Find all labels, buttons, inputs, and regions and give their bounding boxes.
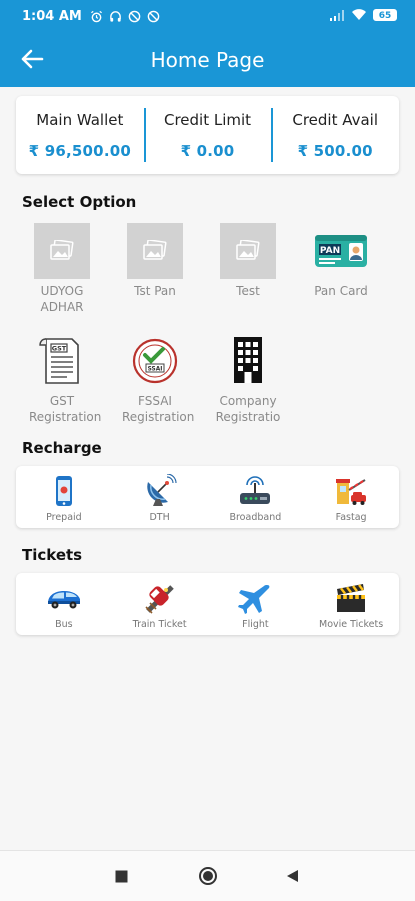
status-bar: 1:04 AM 65 [0, 0, 415, 33]
ticket-bus[interactable]: Bus [16, 573, 112, 635]
status-notification-icons [90, 10, 160, 23]
ticket-train[interactable]: Train Ticket [112, 573, 208, 635]
tickets-card: Bus Train Ticket Flight Movie Tickets [16, 573, 399, 635]
recharge-fastag[interactable]: Fastag [303, 466, 399, 528]
ticket-flight[interactable]: Flight [208, 573, 304, 635]
fssai-badge-text: SSAI [148, 367, 163, 373]
select-option-heading: Select Option [22, 193, 137, 211]
ticket-label: Train Ticket [132, 619, 187, 630]
option-label: UDYOG ADHAR [40, 284, 84, 314]
building-icon [220, 333, 276, 389]
recharge-label: Broadband [229, 512, 282, 523]
battery-indicator: 65 [373, 8, 397, 21]
option-label: Pan Card [314, 284, 368, 298]
option-label: Test [236, 284, 260, 298]
option-label: Company Registratio [215, 394, 281, 424]
recharge-card: Prepaid DTH Broadband Fastag [16, 466, 399, 528]
option-tst-pan[interactable]: Tst Pan [107, 223, 203, 299]
credit-limit-value: ₹ 0.00 [180, 142, 235, 160]
status-time: 1:04 AM [22, 9, 82, 24]
app-bar: Home Page [0, 33, 415, 87]
home-circle-icon[interactable] [198, 866, 218, 886]
mobile-phone-icon [55, 476, 72, 506]
ticket-label: Bus [55, 619, 73, 630]
satellite-dish-icon [146, 474, 177, 506]
train-icon [145, 585, 174, 614]
router-icon [240, 476, 271, 504]
recharge-prepaid[interactable]: Prepaid [16, 466, 112, 528]
gst-document-icon: GST [34, 333, 90, 389]
gst-badge-text: GST [52, 345, 67, 353]
recharge-broadband[interactable]: Broadband [208, 466, 304, 528]
headphones-icon [110, 11, 121, 22]
recharge-label: Prepaid [46, 512, 82, 523]
signal-icon [330, 9, 344, 21]
option-label: FSSAI Registration [122, 394, 195, 424]
option-pan-card[interactable]: PAN Pan Card [293, 223, 389, 299]
system-nav-bar [0, 850, 415, 901]
back-triangle-icon[interactable] [286, 869, 299, 883]
image-placeholder-icon [34, 223, 90, 279]
credit-limit-label: Credit Limit [163, 111, 252, 129]
ticket-movie[interactable]: Movie Tickets [303, 573, 399, 635]
recharge-dth[interactable]: DTH [112, 466, 208, 528]
pan-badge-text: PAN [320, 246, 340, 256]
credit-avail-value: ₹ 500.00 [297, 142, 373, 160]
credit-avail-label: Credit Avail [292, 111, 379, 129]
option-label: Tst Pan [134, 284, 176, 298]
blocked-icon-2 [147, 10, 160, 23]
blocked-icon [128, 10, 141, 23]
option-fssai-registration[interactable]: SSAI FSSAI Registration [107, 333, 203, 425]
page-title: Home Page [150, 48, 265, 72]
image-placeholder-icon [127, 223, 183, 279]
recents-square-icon[interactable] [115, 870, 128, 883]
ticket-label: Movie Tickets [319, 619, 384, 630]
credit-avail: Credit Avail ₹ 500.00 [271, 96, 399, 174]
recharge-label: Fastag [335, 512, 367, 523]
recharge-heading: Recharge [22, 439, 102, 457]
option-test[interactable]: Test [200, 223, 296, 299]
ticket-label: Flight [242, 619, 269, 630]
wallet-summary-card: Main Wallet ₹ 96,500.00 Credit Limit ₹ 0… [16, 96, 399, 174]
recharge-label: DTH [149, 512, 170, 523]
clapperboard-icon [337, 584, 366, 612]
option-gst-registration[interactable]: GST GST Registration [14, 333, 110, 425]
wifi-icon [352, 9, 366, 20]
airplane-icon [238, 585, 270, 614]
main-wallet: Main Wallet ₹ 96,500.00 [16, 96, 144, 174]
bus-icon [47, 591, 80, 609]
back-arrow-icon[interactable] [18, 45, 46, 73]
main-wallet-value: ₹ 96,500.00 [28, 142, 131, 160]
fssai-badge-icon: SSAI [127, 333, 183, 389]
option-label: GST Registration [29, 394, 102, 424]
toll-booth-icon [336, 479, 367, 505]
main-wallet-label: Main Wallet [36, 111, 124, 129]
pan-card-icon: PAN [313, 223, 369, 279]
tickets-heading: Tickets [22, 546, 83, 564]
alarm-icon [90, 10, 102, 23]
option-company-registration[interactable]: Company Registratio [200, 333, 296, 425]
credit-limit: Credit Limit ₹ 0.00 [143, 96, 272, 174]
image-placeholder-icon [220, 223, 276, 279]
option-udyog-adhar[interactable]: UDYOG ADHAR [14, 223, 110, 315]
